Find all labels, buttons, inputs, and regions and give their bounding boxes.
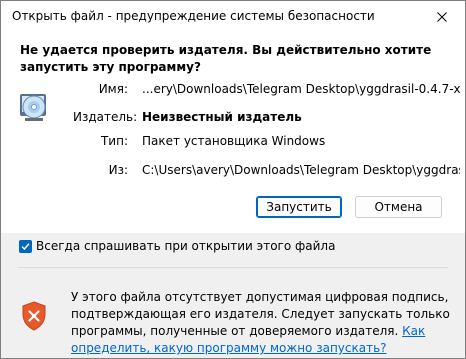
warning-text: У этого файла отсутствует допустимая циф… (71, 290, 450, 338)
publisher-label: Издатель: (73, 110, 138, 124)
divider (18, 267, 448, 268)
type-value: Пакет установщика Windows (142, 134, 326, 148)
name-label: Имя: (98, 82, 128, 96)
cancel-button[interactable]: Отмена (355, 196, 442, 218)
run-button[interactable]: Запустить (256, 196, 342, 218)
installer-disc-icon (20, 94, 46, 121)
always-ask-checkbox[interactable] (19, 239, 32, 253)
publisher-value: Неизвестный издатель (142, 110, 302, 124)
title-bar: Открыть файл - предупреждение системы бе… (1, 1, 465, 32)
window-title: Открыть файл - предупреждение системы бе… (12, 9, 375, 23)
question-text: Не удается проверить издателя. Вы действ… (20, 43, 432, 74)
from-label: Из: (108, 163, 128, 177)
name-value: ...ery\Downloads\Telegram Desktop\yggdra… (142, 82, 460, 96)
always-ask-checkbox-row[interactable]: Всегда спрашивать при открытии этого фай… (19, 238, 335, 254)
close-button[interactable] (419, 1, 465, 32)
close-icon (437, 11, 447, 22)
security-shield-icon (22, 301, 46, 331)
type-label: Тип: (100, 134, 128, 148)
dialog-content: Не удается проверить издателя. Вы действ… (1, 32, 465, 233)
warning-message: У этого файла отсутствует допустимая циф… (71, 289, 451, 357)
always-ask-label[interactable]: Всегда спрашивать при открытии этого фай… (36, 239, 335, 253)
from-value: C:\Users\avery\Downloads\Telegram Deskto… (142, 163, 460, 177)
security-warning-dialog: Открыть файл - предупреждение системы бе… (0, 0, 466, 359)
checkmark-icon (21, 242, 30, 250)
